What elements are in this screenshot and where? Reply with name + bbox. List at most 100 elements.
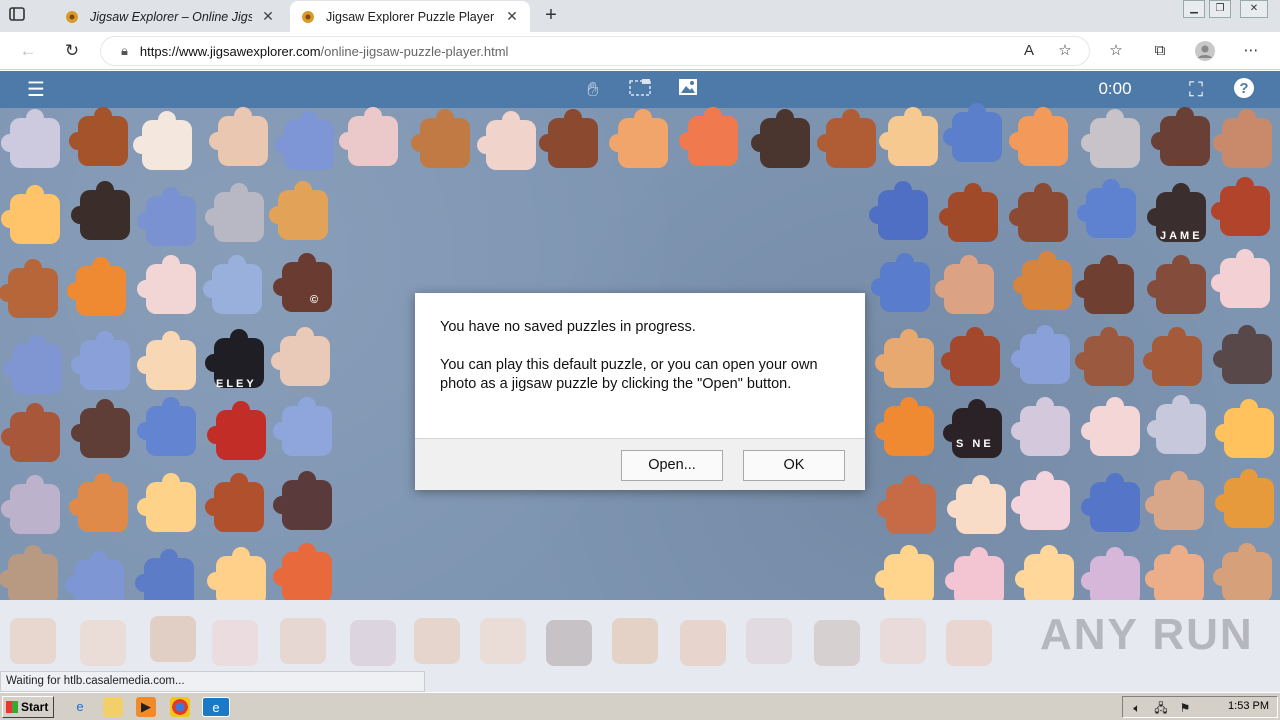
puzzle-piece[interactable]: [1075, 327, 1134, 386]
puzzle-piece[interactable]: [207, 547, 266, 606]
more-options-icon[interactable]: ⋯: [1241, 41, 1261, 61]
puzzle-piece[interactable]: [137, 187, 196, 246]
puzzle-piece[interactable]: [1147, 395, 1206, 454]
chrome-icon[interactable]: [170, 697, 190, 717]
puzzle-piece[interactable]: [1013, 251, 1072, 310]
puzzle-piece[interactable]: [751, 109, 810, 168]
puzzle-piece[interactable]: [941, 327, 1000, 386]
read-aloud-icon[interactable]: A: [1019, 41, 1039, 61]
puzzle-piece[interactable]: [271, 327, 330, 386]
profile-avatar[interactable]: [1195, 41, 1215, 61]
ie-icon[interactable]: e: [70, 697, 90, 717]
puzzle-piece[interactable]: [1, 475, 60, 534]
puzzle-piece[interactable]: [67, 257, 126, 316]
add-favorite-icon[interactable]: ☆: [1055, 41, 1075, 61]
puzzle-piece[interactable]: [133, 111, 192, 170]
puzzle-piece[interactable]: [943, 103, 1002, 162]
network-icon[interactable]: 🖧: [1151, 698, 1171, 718]
puzzle-piece[interactable]: [1211, 177, 1270, 236]
puzzle-piece[interactable]: [1011, 471, 1070, 530]
puzzle-piece[interactable]: [273, 253, 332, 312]
folder-icon[interactable]: [103, 697, 123, 717]
edge-icon[interactable]: e: [202, 697, 230, 717]
puzzle-piece[interactable]: [945, 547, 1004, 606]
puzzle-piece[interactable]: [205, 183, 264, 242]
puzzle-piece[interactable]: [1075, 255, 1134, 314]
tray-piece[interactable]: [212, 620, 258, 666]
puzzle-piece[interactable]: [3, 335, 62, 394]
puzzle-piece[interactable]: [207, 401, 266, 460]
puzzle-piece[interactable]: [273, 397, 332, 456]
puzzle-piece[interactable]: [69, 473, 128, 532]
tray-piece[interactable]: [350, 620, 396, 666]
new-tab-button[interactable]: +: [540, 4, 562, 26]
puzzle-piece[interactable]: [477, 111, 536, 170]
tray-piece[interactable]: [946, 620, 992, 666]
puzzle-piece[interactable]: [869, 181, 928, 240]
puzzle-piece[interactable]: [1145, 545, 1204, 604]
puzzle-piece[interactable]: [1077, 179, 1136, 238]
puzzle-piece[interactable]: [1, 185, 60, 244]
tray-piece[interactable]: [280, 618, 326, 664]
fullscreen-icon[interactable]: ⛶: [1184, 77, 1208, 103]
tray-piece[interactable]: [414, 618, 460, 664]
puzzle-piece[interactable]: [0, 259, 58, 318]
puzzle-piece[interactable]: [1, 403, 60, 462]
puzzle-piece[interactable]: [209, 107, 268, 166]
puzzle-piece[interactable]: [137, 397, 196, 456]
puzzle-piece[interactable]: [1143, 327, 1202, 386]
tab-actions-icon[interactable]: [8, 6, 38, 26]
media-player-icon[interactable]: ▶: [136, 697, 156, 717]
puzzle-piece[interactable]: [1081, 397, 1140, 456]
puzzle-piece[interactable]: [875, 545, 934, 604]
image-preview-icon[interactable]: [676, 77, 700, 103]
tray-piece[interactable]: [80, 620, 126, 666]
puzzle-piece[interactable]: [935, 255, 994, 314]
puzzle-piece[interactable]: [1151, 107, 1210, 166]
volume-icon[interactable]: 🔈︎: [1127, 698, 1147, 718]
puzzle-piece[interactable]: [137, 473, 196, 532]
refresh-icon[interactable]: ↻: [60, 39, 84, 63]
puzzle-piece[interactable]: [275, 111, 334, 170]
puzzle-piece[interactable]: [1011, 397, 1070, 456]
puzzle-piece[interactable]: [71, 331, 130, 390]
flag-icon[interactable]: ⚑: [1175, 698, 1195, 718]
back-icon[interactable]: ←: [16, 39, 40, 63]
puzzle-piece[interactable]: [943, 399, 1002, 458]
puzzle-piece[interactable]: [1009, 183, 1068, 242]
tray-piece[interactable]: [10, 618, 56, 664]
select-area-icon[interactable]: [627, 77, 653, 103]
puzzle-piece[interactable]: [269, 181, 328, 240]
tab-jigsaw-explorer[interactable]: Jigsaw Explorer – Online Jigsaw ✕: [54, 1, 286, 32]
tray-piece[interactable]: [150, 616, 196, 662]
start-button[interactable]: Start: [2, 696, 54, 718]
hand-icon[interactable]: ✋︎: [580, 77, 606, 103]
puzzle-piece[interactable]: [1011, 325, 1070, 384]
puzzle-piece[interactable]: [1211, 249, 1270, 308]
puzzle-piece[interactable]: [137, 331, 196, 390]
puzzle-piece[interactable]: [1081, 547, 1140, 606]
puzzle-piece[interactable]: [71, 181, 130, 240]
puzzle-piece[interactable]: [939, 183, 998, 242]
puzzle-piece[interactable]: [1, 109, 60, 168]
close-tab-icon[interactable]: ✕: [260, 8, 276, 25]
help-icon[interactable]: ?: [1232, 77, 1256, 103]
puzzle-piece[interactable]: [1215, 469, 1274, 528]
tray-piece[interactable]: [680, 620, 726, 666]
tray-piece[interactable]: [546, 620, 592, 666]
puzzle-piece[interactable]: [205, 473, 264, 532]
puzzle-piece[interactable]: [1215, 399, 1274, 458]
tray-piece[interactable]: [880, 618, 926, 664]
puzzle-piece[interactable]: [1213, 109, 1272, 168]
open-button[interactable]: Open...: [621, 450, 723, 481]
puzzle-piece[interactable]: [1145, 471, 1204, 530]
puzzle-piece[interactable]: [875, 329, 934, 388]
tray-piece[interactable]: [612, 618, 658, 664]
puzzle-piece[interactable]: [1081, 473, 1140, 532]
puzzle-piece[interactable]: [411, 109, 470, 168]
collections-icon[interactable]: ⧉: [1150, 41, 1170, 61]
puzzle-piece[interactable]: [871, 253, 930, 312]
close-window-icon[interactable]: ✕: [1240, 0, 1268, 18]
puzzle-piece[interactable]: [879, 107, 938, 166]
puzzle-piece[interactable]: [273, 471, 332, 530]
